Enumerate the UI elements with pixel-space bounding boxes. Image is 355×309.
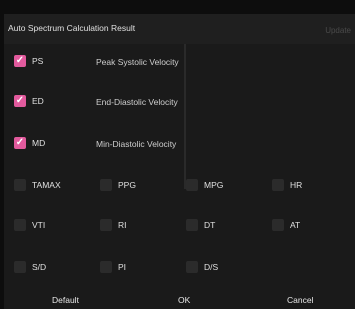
param-sd[interactable]: S/D (14, 260, 46, 274)
param-label: ED (32, 96, 44, 106)
param-label: PI (118, 262, 127, 272)
update-button[interactable]: Update (325, 26, 351, 35)
checkmark-icon: ✓ (15, 55, 25, 66)
param-ri[interactable]: RI (100, 218, 127, 232)
param-description: End-Diastolic Velocity (96, 97, 178, 107)
param-label: MPG (204, 180, 224, 190)
param-at[interactable]: AT (272, 218, 300, 232)
checkbox-sd[interactable] (14, 261, 26, 273)
checkmark-icon: ✓ (15, 95, 25, 106)
checkbox-pi[interactable] (100, 261, 112, 273)
checkbox-ed[interactable]: ✓ (14, 95, 26, 107)
checkbox-hr[interactable] (272, 179, 284, 191)
dialog-footer: Default OK Cancel (4, 291, 355, 309)
param-md[interactable]: ✓ MD (14, 136, 45, 150)
calculation-dialog: Auto Spectrum Calculation Result Update … (4, 14, 355, 309)
param-label: PS (32, 56, 44, 66)
param-description: Peak Systolic Velocity (96, 57, 179, 67)
checkbox-at[interactable] (272, 219, 284, 231)
param-description: Min-Diastolic Velocity (96, 139, 177, 149)
param-hr[interactable]: HR (272, 178, 302, 192)
checkbox-dt[interactable] (186, 219, 198, 231)
checkbox-ps[interactable]: ✓ (14, 55, 26, 67)
param-label: DT (204, 220, 216, 230)
param-label: MD (32, 138, 46, 148)
param-label: AT (290, 220, 301, 230)
param-label: HR (290, 180, 303, 190)
param-label: PPG (118, 180, 136, 190)
param-label: TAMAX (32, 180, 61, 190)
dialog-title: Auto Spectrum Calculation Result (8, 23, 136, 33)
default-button[interactable]: Default (52, 295, 79, 305)
param-ed[interactable]: ✓ ED (14, 94, 44, 108)
checkbox-vti[interactable] (14, 219, 26, 231)
param-ppg[interactable]: PPG (100, 178, 136, 192)
dialog-header: Auto Spectrum Calculation Result Update (4, 14, 355, 44)
param-label: VTI (32, 220, 46, 230)
param-dt[interactable]: DT (186, 218, 215, 232)
divider-line (184, 44, 186, 189)
checkbox-mpg[interactable] (186, 179, 198, 191)
checkbox-ri[interactable] (100, 219, 112, 231)
param-label: S/D (32, 262, 47, 272)
param-ds[interactable]: D/S (186, 260, 218, 274)
param-mpg[interactable]: MPG (186, 178, 223, 192)
param-vti[interactable]: VTI (14, 218, 45, 232)
param-label: D/S (204, 262, 219, 272)
ok-button[interactable]: OK (178, 295, 190, 305)
checkbox-tamax[interactable] (14, 179, 26, 191)
checkbox-ds[interactable] (186, 261, 198, 273)
checkmark-icon: ✓ (15, 137, 25, 148)
cancel-button[interactable]: Cancel (287, 295, 313, 305)
param-pi[interactable]: PI (100, 260, 126, 274)
checkbox-ppg[interactable] (100, 179, 112, 191)
checkbox-md[interactable]: ✓ (14, 137, 26, 149)
param-label: RI (118, 220, 127, 230)
param-tamax[interactable]: TAMAX (14, 178, 61, 192)
param-ps[interactable]: ✓ PS (14, 54, 43, 68)
